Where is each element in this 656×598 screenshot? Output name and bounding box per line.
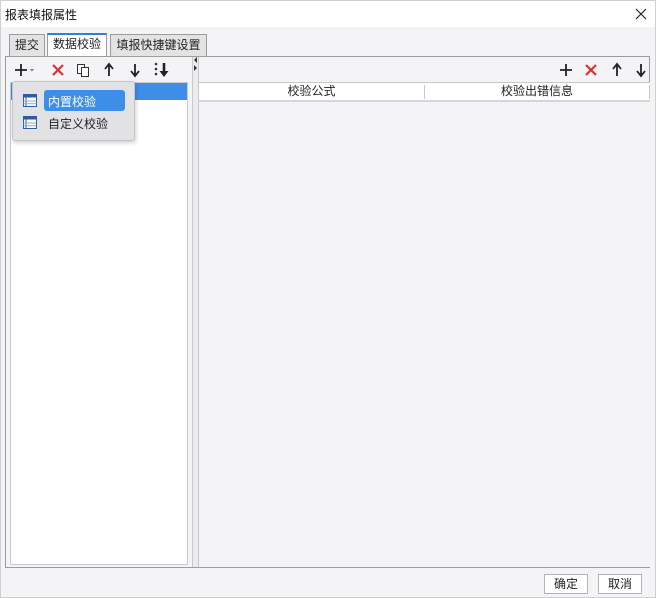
table-icon — [23, 94, 37, 107]
column-header-formula[interactable]: 校验公式 — [199, 83, 424, 100]
add-row-button[interactable] — [556, 60, 576, 80]
dropdown-caret-icon — [30, 69, 34, 72]
delete-icon — [52, 64, 64, 76]
right-toolbar — [199, 57, 650, 82]
menu-item-custom-validation[interactable]: 自定义校验 — [17, 112, 132, 133]
add-menu-button[interactable] — [12, 60, 38, 80]
menu-item-label: 内置校验 — [48, 95, 97, 109]
column-divider[interactable] — [649, 85, 650, 99]
cancel-button[interactable]: 取消 — [598, 574, 642, 594]
left-toolbar — [7, 57, 190, 82]
move-up-icon — [612, 62, 622, 76]
validation-list[interactable] — [10, 82, 188, 565]
table-header: 校验公式 校验出错信息 — [199, 83, 650, 102]
menu-item-label: 自定义校验 — [48, 117, 109, 131]
ok-button[interactable]: 确定 — [544, 574, 588, 594]
move-up-icon — [104, 62, 114, 76]
window-title: 报表填报属性 — [5, 8, 78, 22]
validation-table[interactable]: 校验公式 校验出错信息 — [199, 82, 650, 567]
delete-button[interactable] — [48, 60, 68, 80]
delete-icon — [585, 64, 597, 76]
table-icon — [23, 116, 37, 129]
copy-icon — [77, 64, 89, 77]
validation-detail-pane: 校验公式 校验出错信息 — [199, 57, 650, 567]
collapse-arrows-icon[interactable] — [193, 57, 198, 71]
add-icon — [560, 64, 572, 76]
tab-submit[interactable]: 提交 — [9, 34, 45, 56]
sort-icon — [154, 62, 169, 77]
add-icon — [15, 64, 34, 76]
tab-shortcut-settings[interactable]: 填报快捷键设置 — [110, 34, 207, 56]
row-down-button[interactable] — [631, 60, 651, 80]
close-button[interactable] — [631, 4, 651, 24]
sort-button[interactable] — [152, 60, 172, 80]
dialog-window: 报表填报属性 提交 数据校验 填报快捷键设置 校验公式 校验出错信息 内置校验 … — [0, 0, 656, 598]
delete-row-button[interactable] — [581, 60, 601, 80]
column-header-error-message[interactable]: 校验出错信息 — [425, 83, 649, 100]
copy-button[interactable] — [73, 60, 93, 80]
add-validation-menu: 内置校验 自定义校验 — [12, 81, 135, 141]
move-down-icon — [130, 64, 140, 78]
move-down-icon — [636, 64, 646, 78]
move-down-button[interactable] — [125, 60, 145, 80]
title-bar: 报表填报属性 — [1, 1, 655, 27]
menu-item-builtin-validation[interactable]: 内置校验 — [17, 90, 132, 111]
move-up-button[interactable] — [99, 60, 119, 80]
row-up-button[interactable] — [607, 60, 627, 80]
close-icon — [635, 8, 647, 20]
pane-splitter[interactable] — [192, 57, 199, 567]
tab-data-validation[interactable]: 数据校验 — [47, 33, 107, 56]
